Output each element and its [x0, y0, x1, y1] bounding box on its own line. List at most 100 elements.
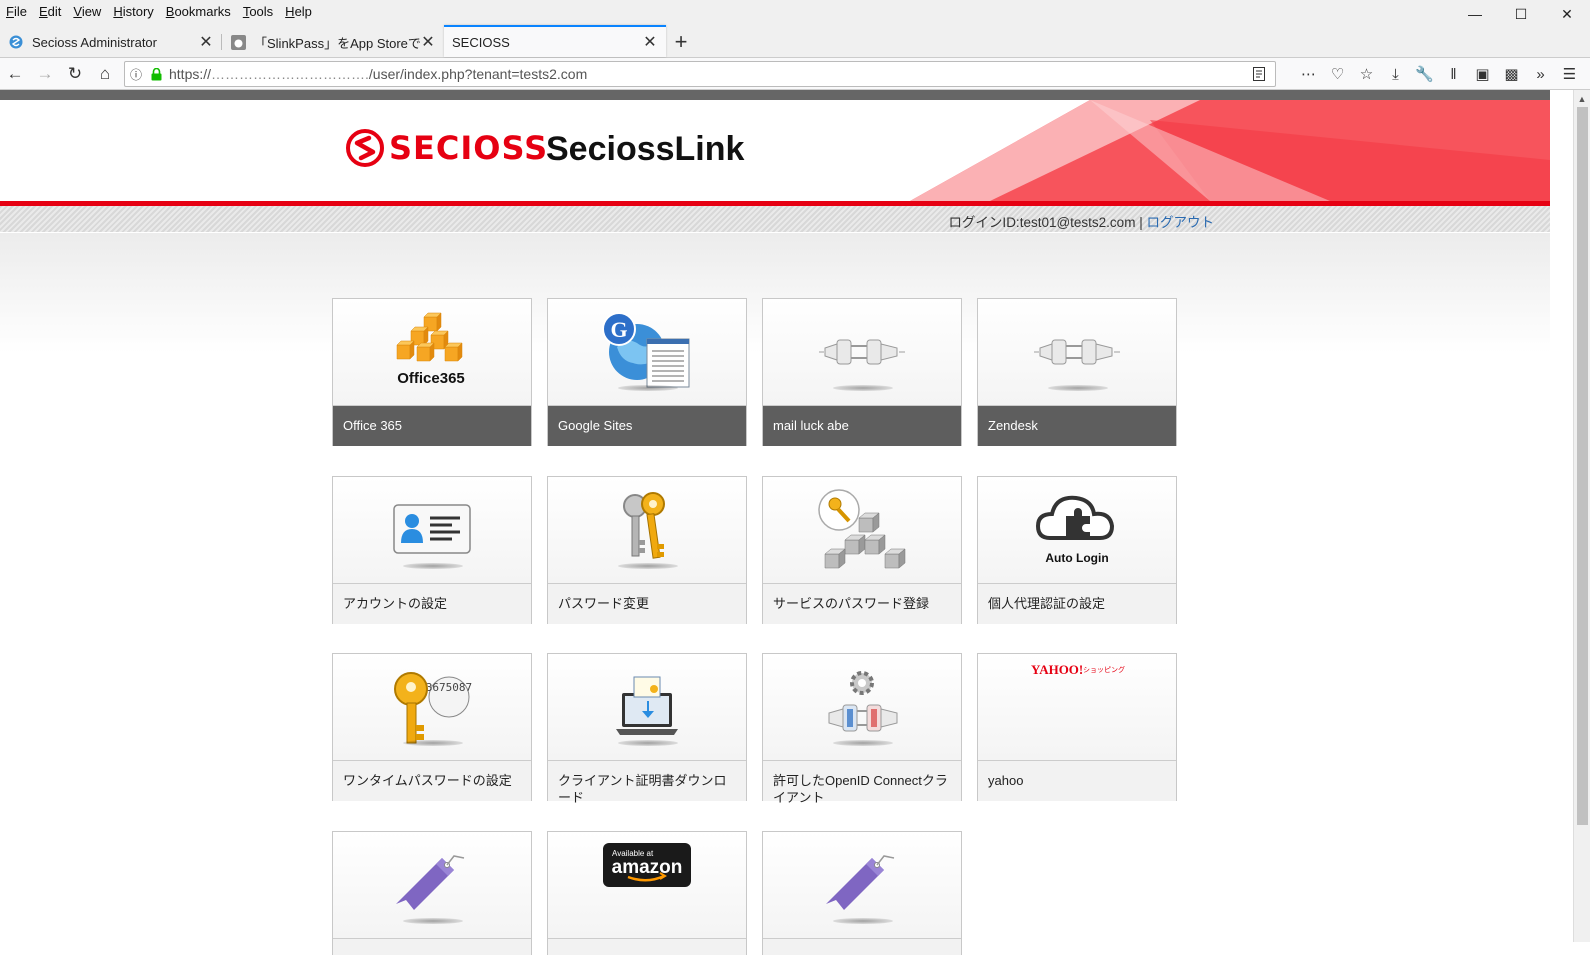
keys-icon — [548, 477, 746, 584]
back-icon[interactable]: ← — [0, 60, 30, 88]
menu-history[interactable]: History — [107, 4, 159, 19]
tile-yahoo[interactable]: YAHOO! ショッピング yahoo — [977, 653, 1177, 801]
amazon-logo-icon: Available at amazon — [548, 832, 746, 939]
selenium-icon[interactable]: ▩ — [1497, 65, 1526, 83]
shadow — [1048, 385, 1108, 391]
brand-name: SECIOSS — [389, 129, 549, 167]
tile-office365[interactable]: Office365 Office 365 — [332, 298, 532, 446]
secioss-logo[interactable]: SECIOSS — [345, 128, 548, 168]
tile-label: Office 365 — [333, 406, 531, 446]
home-icon[interactable]: ⌂ — [90, 60, 120, 88]
tab-secioss-administrator[interactable]: Secioss Administrator ✕ — [0, 27, 222, 57]
tab-secioss[interactable]: SECIOSS ✕ — [444, 25, 666, 57]
scroll-up-icon[interactable]: ▲ — [1574, 90, 1590, 107]
tile-password-change[interactable]: パスワード変更 — [547, 476, 747, 624]
lock-icon — [147, 67, 165, 81]
close-tab-icon[interactable]: ✕ — [198, 32, 214, 52]
shadow — [618, 740, 678, 746]
plug-connector-icon — [763, 299, 961, 406]
overflow-icon[interactable]: » — [1526, 66, 1555, 83]
tile-bookmark-1[interactable] — [332, 831, 532, 955]
extension-icon[interactable]: ▣ — [1468, 65, 1497, 83]
toolbar-icons: ⋯ ♡ ☆ ⤓ 🔧 ‖ ▣ ▩ » ☰ — [1294, 60, 1584, 88]
info-icon[interactable]: ⓘ — [125, 66, 147, 83]
menu-help[interactable]: Help — [279, 4, 318, 19]
yahoo-logo-text: YAHOO! — [1031, 662, 1083, 677]
google-g-text: G — [610, 317, 627, 342]
hamburger-menu-icon[interactable]: ☰ — [1555, 65, 1584, 83]
shadow — [833, 740, 893, 746]
tile-mail-luck-abe[interactable]: mail luck abe — [762, 298, 962, 446]
address-bar[interactable]: ⓘ https://……………………………./user/index.php?te… — [124, 61, 1276, 87]
tile-one-time-password[interactable]: 3675087 ワンタイムパスワードの設定 — [332, 653, 532, 801]
library-icon[interactable]: ‖ — [1439, 66, 1468, 83]
shadow — [403, 563, 463, 569]
tile-personal-proxy-auth[interactable]: Auto Login 個人代理認証の設定 — [977, 476, 1177, 624]
header-decoration — [910, 100, 1550, 201]
tile-label: yahoo — [978, 761, 1176, 801]
menu-bookmarks[interactable]: Bookmarks — [160, 4, 237, 19]
close-tab-icon[interactable]: ✕ — [642, 32, 658, 52]
tab-label: Secioss Administrator — [32, 34, 157, 50]
tile-allowed-openid-clients[interactable]: 許可したOpenID Connectクライアント — [762, 653, 962, 805]
office365-icon: Office365 — [333, 299, 531, 406]
user-bar: ログインID:test01@tests2.com | ログアウト — [0, 206, 1550, 232]
tile-account-settings[interactable]: アカウントの設定 — [332, 476, 532, 624]
top-strip — [0, 90, 1550, 100]
yahoo-shopping-text: ショッピング — [1083, 665, 1125, 674]
tile-zendesk[interactable]: Zendesk — [977, 298, 1177, 446]
separator: | — [1139, 215, 1143, 230]
app-grid: Office365 Office 365 G Google Sites mail… — [0, 233, 1550, 955]
web-page: SECIOSS SeciossLink ログインID:test01@tests2… — [0, 90, 1550, 955]
shadow — [403, 918, 463, 924]
shadow — [618, 563, 678, 569]
apple-favicon-icon — [230, 34, 246, 50]
tab-slinkpass-appstore[interactable]: 「SlinkPass」をApp Storeで ✕ — [222, 27, 444, 57]
tile-label: パスワード変更 — [548, 584, 746, 624]
new-tab-icon[interactable]: + — [666, 27, 696, 57]
logout-link[interactable]: ログアウト — [1147, 215, 1215, 230]
auto-login-cloud-icon: Auto Login — [978, 477, 1176, 584]
menu-view[interactable]: View — [67, 4, 107, 19]
tile-label — [333, 939, 531, 955]
nav-bar: ← → ↻ ⌂ ⓘ https://……………………………./user/inde… — [0, 58, 1590, 90]
close-tab-icon[interactable]: ✕ — [420, 32, 436, 52]
menu-bar: File Edit View History Bookmarks Tools H… — [0, 0, 1590, 22]
reader-view-icon[interactable] — [1251, 66, 1267, 82]
tile-label: Google Sites — [548, 406, 746, 446]
login-id: ログインID:test01@tests2.com — [948, 215, 1136, 230]
scrollbar-thumb[interactable] — [1577, 107, 1588, 825]
tile-label: ワンタイムパスワードの設定 — [333, 761, 531, 801]
url-text: https://……………………………./user/index.php?tena… — [169, 66, 588, 82]
tab-label: 「SlinkPass」をApp Storeで — [254, 35, 420, 51]
vertical-scrollbar[interactable]: ▲ — [1573, 90, 1590, 942]
download-icon[interactable]: ⤓ — [1381, 66, 1410, 83]
tab-bar: Secioss Administrator ✕ 「SlinkPass」をApp … — [0, 22, 1590, 58]
shadow — [833, 918, 893, 924]
tile-google-sites[interactable]: G Google Sites — [547, 298, 747, 446]
tile-amazon[interactable]: Available at amazon — [547, 831, 747, 955]
id-card-icon — [333, 477, 531, 584]
tile-service-password-registration[interactable]: サービスのパスワード登録 — [762, 476, 962, 624]
page-actions-icon[interactable]: ⋯ — [1294, 65, 1323, 83]
forward-icon[interactable]: → — [30, 60, 60, 88]
tile-label: mail luck abe — [763, 406, 961, 446]
amazon-text: amazon — [612, 857, 683, 878]
menu-edit[interactable]: Edit — [33, 4, 67, 19]
key-cubes-icon — [763, 477, 961, 584]
wrench-icon[interactable]: 🔧 — [1410, 65, 1439, 83]
shadow — [403, 740, 463, 746]
tile-label: クライアント証明書ダウンロード — [548, 761, 746, 805]
menu-file[interactable]: File — [0, 4, 33, 19]
gear-plug-icon — [763, 654, 961, 761]
site-header: SECIOSS SeciossLink — [0, 100, 1550, 201]
pocket-icon[interactable]: ♡ — [1323, 65, 1352, 83]
menu-tools[interactable]: Tools — [237, 4, 279, 19]
tile-bookmark-2[interactable] — [762, 831, 962, 955]
reload-icon[interactable]: ↻ — [60, 60, 90, 88]
otp-key-icon: 3675087 — [333, 654, 531, 761]
bookmark-star-icon[interactable]: ☆ — [1352, 65, 1381, 83]
otp-digits-text: 3675087 — [426, 681, 472, 694]
tile-label — [763, 939, 961, 955]
tile-client-certificate-download[interactable]: クライアント証明書ダウンロード — [547, 653, 747, 805]
